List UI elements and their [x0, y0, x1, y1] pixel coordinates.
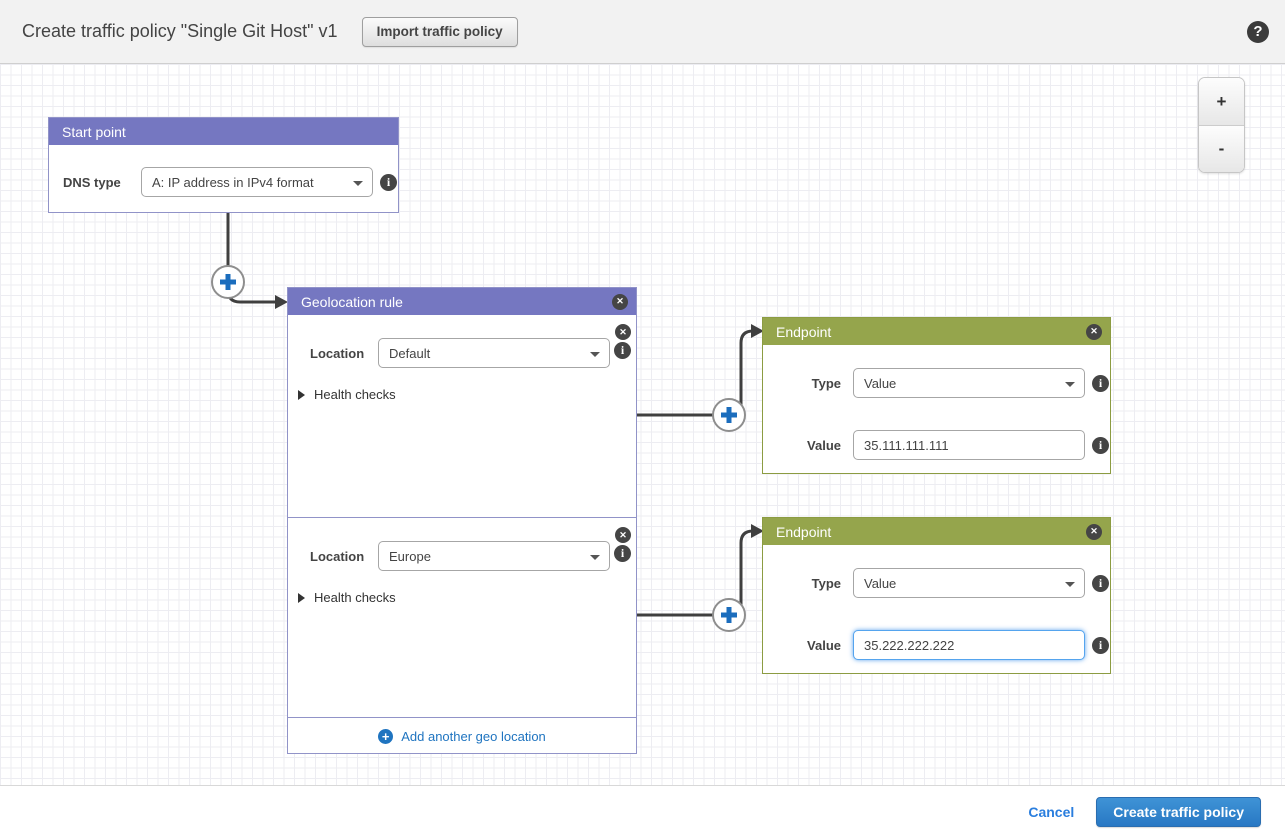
endpoint-type-label: Type — [763, 376, 841, 391]
dns-type-select[interactable]: A: IP address in IPv4 format — [141, 167, 373, 197]
geo-row-close-icon[interactable]: ✕ — [615, 527, 631, 543]
endpoint-value-label: Value — [763, 638, 841, 653]
endpoint-header: Endpoint ✕ — [763, 318, 1110, 345]
add-geo-location-button[interactable]: + Add another geo location — [288, 717, 636, 754]
top-bar: Create traffic policy "Single Git Host" … — [0, 0, 1285, 64]
location-label: Location — [310, 549, 370, 564]
add-branch-node-section1[interactable] — [713, 399, 745, 431]
chevron-down-icon — [1065, 382, 1075, 387]
plus-circle-icon: + — [378, 729, 393, 744]
start-point-title: Start point — [62, 124, 126, 140]
endpoint-header: Endpoint ✕ — [763, 518, 1110, 545]
dns-type-info-icon[interactable]: i — [380, 174, 397, 191]
chevron-down-icon — [1065, 582, 1075, 587]
location-selected-value: Europe — [389, 549, 431, 564]
chevron-down-icon — [590, 555, 600, 560]
endpoint-value-input[interactable] — [853, 430, 1085, 460]
zoom-out-button[interactable]: - — [1199, 125, 1244, 172]
endpoint-close-icon[interactable]: ✕ — [1086, 524, 1102, 540]
cancel-button[interactable]: Cancel — [1028, 804, 1074, 820]
endpoint-value-input-focused[interactable] — [853, 630, 1085, 660]
endpoint-value-info-icon[interactable]: i — [1092, 637, 1109, 654]
health-checks-label: Health checks — [314, 590, 396, 605]
zoom-in-button[interactable]: + — [1199, 78, 1244, 125]
health-checks-label: Health checks — [314, 387, 396, 402]
endpoint-node-2: Endpoint ✕ Type Value i Value i — [762, 517, 1111, 674]
endpoint-type-info-icon[interactable]: i — [1092, 575, 1109, 592]
geo-row-close-icon[interactable]: ✕ — [615, 324, 631, 340]
location-selected-value: Default — [389, 346, 430, 361]
chevron-down-icon — [590, 352, 600, 357]
help-icon[interactable]: ? — [1247, 21, 1269, 43]
geo-location-row-europe: ✕ i Location Europe Health checks — [288, 517, 636, 717]
triangle-right-icon — [298, 390, 305, 400]
endpoint-type-select[interactable]: Value — [853, 368, 1085, 398]
geo-row-info-icon[interactable]: i — [614, 545, 631, 562]
geo-location-row-default: ✕ i Location Default Health checks — [288, 315, 636, 517]
start-point-header: Start point — [49, 118, 398, 145]
add-branch-node-start[interactable] — [212, 266, 244, 298]
endpoint-value-label: Value — [763, 438, 841, 453]
health-checks-expander[interactable]: Health checks — [298, 590, 396, 605]
canvas-zoom-controls: + - — [1198, 77, 1245, 173]
endpoint-type-selected-value: Value — [864, 376, 896, 391]
add-geo-location-label: Add another geo location — [401, 729, 546, 744]
endpoint-value-info-icon[interactable]: i — [1092, 437, 1109, 454]
health-checks-expander[interactable]: Health checks — [298, 387, 396, 402]
add-branch-node-section2[interactable] — [713, 599, 745, 631]
create-traffic-policy-button[interactable]: Create traffic policy — [1096, 797, 1261, 827]
dns-type-label: DNS type — [63, 175, 133, 190]
triangle-right-icon — [298, 593, 305, 603]
policy-canvas: + - Start point DNS type A: IP address i… — [0, 64, 1285, 785]
chevron-down-icon — [353, 181, 363, 186]
endpoint-type-info-icon[interactable]: i — [1092, 375, 1109, 392]
endpoint-type-select[interactable]: Value — [853, 568, 1085, 598]
page-title: Create traffic policy "Single Git Host" … — [22, 21, 338, 42]
geolocation-rule-close-icon[interactable]: ✕ — [612, 294, 628, 310]
endpoint-title: Endpoint — [776, 324, 831, 340]
location-label: Location — [310, 346, 370, 361]
endpoint-close-icon[interactable]: ✕ — [1086, 324, 1102, 340]
endpoint-title: Endpoint — [776, 524, 831, 540]
import-traffic-policy-button[interactable]: Import traffic policy — [362, 17, 518, 47]
geolocation-rule-node: Geolocation rule ✕ ✕ i Location Default … — [287, 287, 637, 754]
location-select-europe[interactable]: Europe — [378, 541, 610, 571]
geo-row-info-icon[interactable]: i — [614, 342, 631, 359]
dns-type-selected-value: A: IP address in IPv4 format — [152, 175, 314, 190]
geolocation-rule-header: Geolocation rule ✕ — [288, 288, 636, 315]
endpoint-node-1: Endpoint ✕ Type Value i Value i — [762, 317, 1111, 474]
geolocation-rule-title: Geolocation rule — [301, 294, 403, 310]
start-point-node: Start point DNS type A: IP address in IP… — [48, 117, 399, 213]
endpoint-type-label: Type — [763, 576, 841, 591]
footer-bar: Cancel Create traffic policy — [0, 785, 1285, 838]
location-select-default[interactable]: Default — [378, 338, 610, 368]
endpoint-type-selected-value: Value — [864, 576, 896, 591]
